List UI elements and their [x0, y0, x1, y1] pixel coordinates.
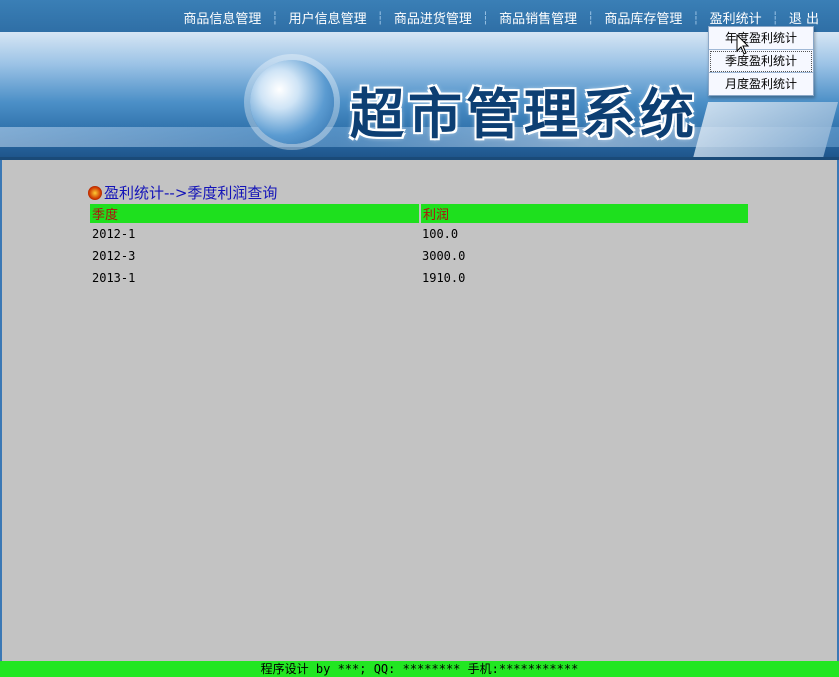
dropdown-item-monthly[interactable]: 月度盈利统计 — [709, 73, 813, 95]
quarterly-profit-table: 季度 利润 2012-1 100.0 2012-3 3000.0 2013-1 … — [90, 204, 748, 289]
cell-quarter: 2012-1 — [92, 227, 136, 241]
table-row: 2012-1 100.0 — [90, 223, 748, 245]
nav-separator: ┆ — [481, 10, 490, 25]
nav-separator: ┆ — [376, 10, 384, 25]
cell-profit: 100.0 — [422, 227, 459, 241]
nav-menu: 商品信息管理 ┆ 用户信息管理 ┆ 商品进货管理 ┆ 商品销售管理 ┆ 商品库存… — [183, 8, 819, 28]
nav-item-purchase[interactable]: 商品进货管理 — [394, 8, 472, 27]
footer: 程序设计 by ***; QQ: ******** 手机:*********** — [0, 661, 839, 677]
breadcrumb-text: 盈利统计-->季度利润查询 — [104, 184, 278, 202]
left-border — [0, 160, 2, 661]
banner-decoration — [691, 102, 839, 160]
breadcrumb: 盈利统计-->季度利润查询 — [88, 182, 277, 203]
cell-profit: 3000.0 — [422, 249, 466, 263]
table-row: 2012-3 3000.0 — [90, 245, 748, 267]
dropdown-item-yearly[interactable]: 年度盈利统计 — [709, 27, 813, 50]
nav-separator: ┆ — [771, 10, 779, 25]
table-header-row: 季度 利润 — [90, 204, 748, 223]
nav-item-product-info[interactable]: 商品信息管理 — [183, 8, 261, 27]
breadcrumb-icon — [88, 185, 102, 200]
nav-item-user-info[interactable]: 用户信息管理 — [289, 8, 367, 27]
nav-separator: ┆ — [692, 10, 700, 25]
mouse-cursor-icon — [736, 34, 750, 55]
system-title: 超市管理系统 — [350, 82, 698, 146]
nav-item-inventory[interactable]: 商品库存管理 — [604, 8, 682, 27]
nav-item-profit-stats[interactable]: 盈利统计 — [710, 8, 762, 27]
nav-item-sales[interactable]: 商品销售管理 — [499, 8, 577, 27]
column-header-profit: 利润 — [419, 204, 748, 223]
table-row: 2013-1 1910.0 — [90, 267, 748, 289]
nav-item-logout[interactable]: 退 出 — [789, 8, 819, 27]
nav-separator: ┆ — [587, 10, 595, 25]
banner-divider — [0, 157, 839, 160]
column-header-quarter: 季度 — [90, 204, 420, 223]
dropdown-item-quarterly[interactable]: 季度盈利统计 — [709, 50, 813, 73]
cell-quarter: 2013-1 — [92, 271, 136, 285]
banner-logo-icon — [250, 60, 334, 144]
cell-quarter: 2012-3 — [92, 249, 136, 263]
cell-profit: 1910.0 — [422, 271, 466, 285]
profit-stats-dropdown: 年度盈利统计 季度盈利统计 月度盈利统计 — [708, 26, 814, 96]
nav-separator: ┆ — [271, 10, 279, 25]
